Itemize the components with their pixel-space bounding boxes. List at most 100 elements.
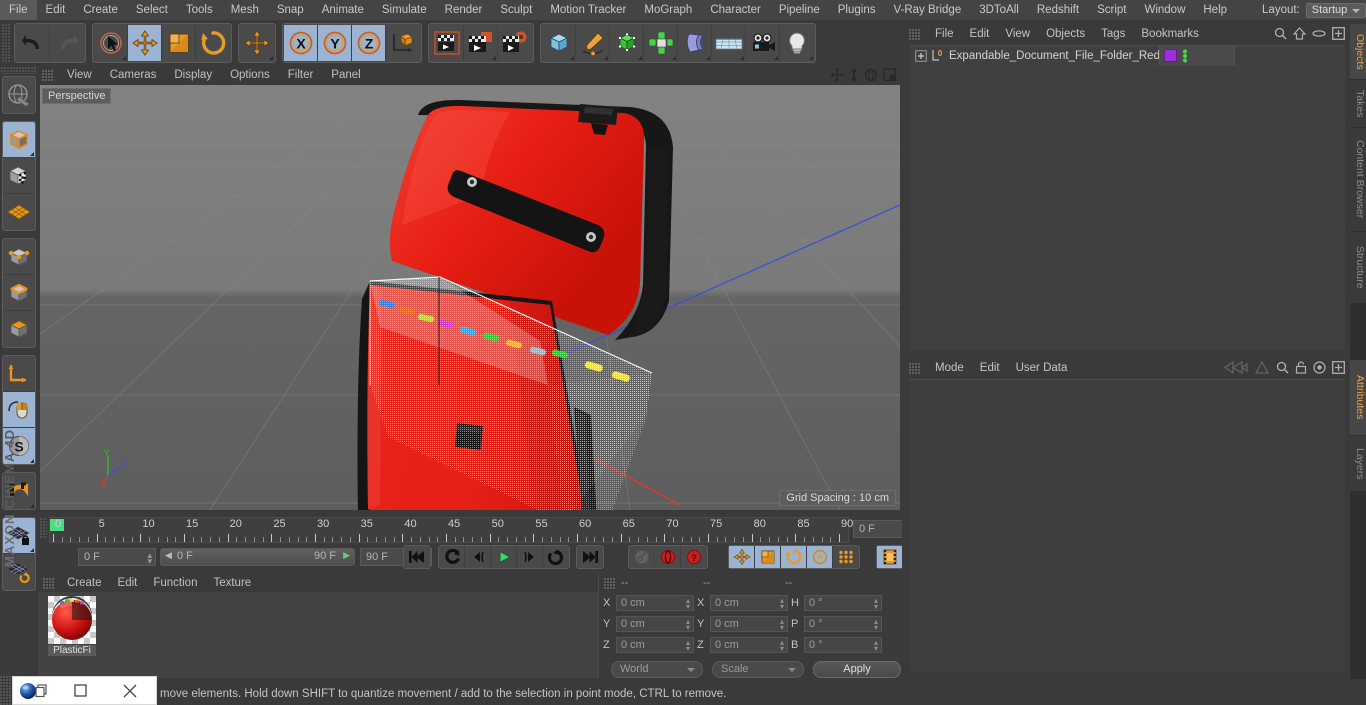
param-key-button[interactable]: P [807, 546, 833, 568]
maximize-icon[interactable] [883, 68, 896, 81]
light-button[interactable] [780, 24, 814, 61]
array-button[interactable] [644, 24, 678, 61]
bend-deformer-button[interactable] [678, 24, 712, 61]
object-menu-objects[interactable]: Objects [1038, 24, 1093, 44]
record-key-button[interactable] [629, 546, 655, 568]
menu-item-create[interactable]: Create [74, 0, 127, 20]
material-menu-function[interactable]: Function [145, 574, 205, 592]
menu-item-snap[interactable]: Snap [268, 0, 313, 20]
object-tree-list[interactable]: 0 Expandable_Document_File_Folder_Red_Op… [910, 45, 1345, 350]
axis-modify-icon[interactable] [3, 356, 35, 392]
spinner-icon[interactable]: ▴▾ [874, 639, 878, 653]
spline-pen-button[interactable] [576, 24, 610, 61]
viewport-menu-cameras[interactable]: Cameras [101, 65, 166, 85]
app-icon[interactable] [13, 676, 55, 705]
menu-item-window[interactable]: Window [1135, 0, 1194, 20]
menu-item-plugins[interactable]: Plugins [829, 0, 885, 20]
history-forward-icon[interactable] [1254, 361, 1270, 374]
axis-z-button[interactable]: Z [352, 24, 386, 61]
dolly-icon[interactable] [849, 68, 859, 82]
render-view-button[interactable] [430, 24, 464, 61]
coord-field-rot-p[interactable]: 0 ° ▴ ▾ [804, 616, 882, 632]
ellipse-icon[interactable] [1312, 28, 1326, 39]
tab-layers[interactable]: Layers [1350, 436, 1366, 492]
attribute-menu-user-data[interactable]: User Data [1008, 358, 1076, 378]
move-tool-button-2[interactable] [240, 24, 274, 61]
coord-field-rot-b[interactable]: 0 ° ▴ ▾ [804, 637, 882, 653]
pan-icon[interactable] [830, 68, 844, 82]
rotate-icon[interactable] [864, 68, 878, 82]
menu-item-render[interactable]: Render [436, 0, 492, 20]
viewport-menu-options[interactable]: Options [221, 65, 279, 85]
play-backwards-button[interactable] [439, 546, 465, 568]
coord-field-pos-z[interactable]: 0 cm ▴ ▾ [616, 637, 694, 653]
texture-tag-icon[interactable] [1182, 48, 1188, 63]
menu-item-pipeline[interactable]: Pipeline [770, 0, 829, 20]
tab-content-browser[interactable]: Content Browser [1350, 128, 1366, 232]
coordinate-system-button[interactable] [386, 24, 420, 61]
menu-item-animate[interactable]: Animate [313, 0, 373, 20]
spinner-icon[interactable]: ▴▾ [780, 639, 784, 653]
left-toolbar-grip[interactable] [1, 67, 37, 74]
menu-item-simulate[interactable]: Simulate [373, 0, 436, 20]
menu-item-script[interactable]: Script [1088, 0, 1135, 20]
spinner-icon[interactable]: ▴▾ [147, 551, 152, 566]
spinner-icon[interactable]: ▴▾ [686, 618, 690, 632]
close-icon[interactable] [105, 676, 155, 705]
material-menu-edit[interactable]: Edit [110, 574, 146, 592]
material-menu-create[interactable]: Create [59, 574, 110, 592]
goto-start-button[interactable] [404, 546, 430, 568]
coord-field-pos-y[interactable]: 0 cm ▴ ▾ [616, 616, 694, 632]
material-menu-texture[interactable]: Texture [205, 574, 259, 592]
material-tag-icon[interactable] [1164, 49, 1177, 62]
keyframe-selection-button[interactable]: ? [681, 546, 707, 568]
axis-x-button[interactable]: X [284, 24, 318, 61]
range-right-arrow-icon[interactable]: ▶ [343, 550, 350, 561]
pla-key-button[interactable] [833, 546, 859, 568]
attribute-menu-edit[interactable]: Edit [972, 358, 1008, 378]
loop-button[interactable] [543, 546, 569, 568]
search-icon[interactable] [1276, 361, 1289, 374]
fullscreen-icon[interactable] [1332, 27, 1345, 40]
object-menu-file[interactable]: File [927, 24, 962, 44]
cube-button[interactable] [542, 24, 576, 61]
lock-icon[interactable] [1295, 361, 1307, 374]
target-icon[interactable] [1313, 361, 1326, 374]
goto-end-button[interactable] [577, 546, 603, 568]
menu-item-character[interactable]: Character [701, 0, 770, 20]
live-selection-button[interactable] [94, 24, 128, 61]
material-list-area[interactable]: PlasticFi [38, 592, 598, 678]
timeline-toggle-button[interactable] [877, 546, 903, 568]
coord-field-size-x[interactable]: 0 cm ▴ ▾ [710, 595, 788, 611]
autokey-button[interactable] [655, 546, 681, 568]
home-icon[interactable] [1293, 27, 1306, 40]
menu-item-3dtoall[interactable]: 3DToAll [970, 0, 1028, 20]
spinner-icon[interactable]: ▴▾ [874, 597, 878, 611]
viewport-menu-panel[interactable]: Panel [322, 65, 369, 85]
menu-item-motion-tracker[interactable]: Motion Tracker [541, 0, 635, 20]
menu-item-mograph[interactable]: MoGraph [635, 0, 701, 20]
render-settings-button[interactable] [498, 24, 532, 61]
undo-button[interactable] [16, 24, 50, 61]
scale-key-button[interactable] [755, 546, 781, 568]
menu-item-mesh[interactable]: Mesh [222, 0, 268, 20]
make-editable-icon[interactable] [3, 77, 35, 113]
object-manager-grip[interactable] [909, 28, 920, 40]
range-left-arrow-icon[interactable]: ◀ [165, 550, 172, 561]
expand-plus-icon[interactable] [915, 49, 927, 62]
camera-button[interactable] [746, 24, 780, 61]
move-tool-button[interactable] [128, 24, 162, 61]
tab-attributes[interactable]: Attributes [1350, 360, 1366, 436]
uv-mesh-icon[interactable] [3, 194, 35, 230]
menu-item-file[interactable]: File [0, 0, 37, 20]
coord-field-size-y[interactable]: 0 cm ▴ ▾ [710, 616, 788, 632]
render-region-button[interactable] [464, 24, 498, 61]
viewport-grip[interactable] [42, 69, 53, 81]
menu-item-sculpt[interactable]: Sculpt [491, 0, 541, 20]
next-frame-button[interactable] [517, 546, 543, 568]
tab-takes[interactable]: Takes [1350, 80, 1366, 128]
fullscreen-icon[interactable] [1332, 361, 1345, 374]
timeline-ruler[interactable]: 0 5 10 15 20 25 30 35 40 45 50 55 60 65 70 75 80 85 90 [49, 517, 853, 543]
menu-item-tools[interactable]: Tools [177, 0, 222, 20]
menu-item-redshift[interactable]: Redshift [1028, 0, 1088, 20]
